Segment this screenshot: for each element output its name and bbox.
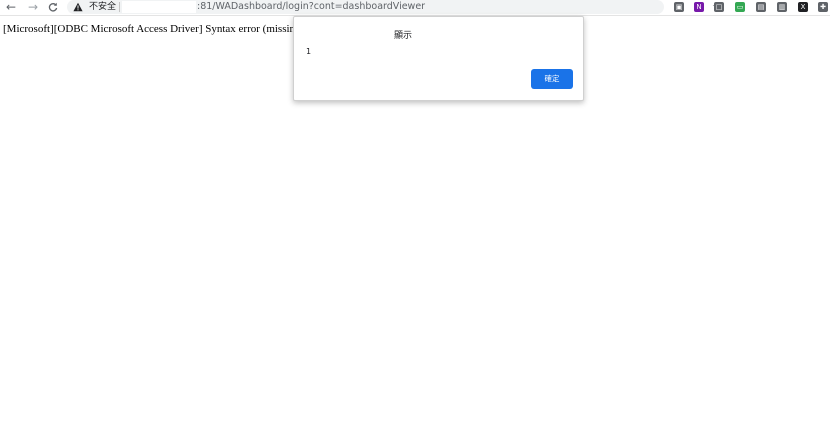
onenote-icon[interactable]: N [694,2,704,12]
extension-6-icon[interactable]: ▥ [777,2,787,12]
extension-5-icon[interactable]: ▤ [756,2,766,12]
reload-button[interactable] [45,0,61,15]
security-status-label[interactable]: 不安全 [89,0,116,14]
back-button[interactable]: ← [3,0,19,15]
extension-7-icon[interactable]: X [798,2,808,12]
reload-icon [48,2,58,12]
error-message: [Microsoft][ODBC Microsoft Access Driver… [3,23,293,35]
back-arrow-icon: ← [5,0,17,14]
url-host-redacted [122,1,196,13]
extension-3-icon[interactable]: □ [714,2,724,12]
dialog-message: 1 [306,47,312,56]
forward-button[interactable]: → [25,0,41,15]
extension-1-icon[interactable]: ▣ [674,2,684,12]
omnibox-divider [119,2,120,12]
puzzle-icon[interactable]: ✚ [818,2,828,12]
extension-4-icon[interactable]: ▭ [735,2,745,12]
forward-arrow-icon: → [27,0,39,14]
warning-triangle-icon [73,2,83,12]
alert-dialog: 顯示 1 確定 [293,16,584,101]
address-bar[interactable]: 不安全 :81/WADashboard/login?cont=dashboard… [67,0,722,14]
url-text[interactable]: :81/WADashboard/login?cont=dashboardView… [197,0,425,14]
browser-toolbar: ← → 不安全 :81/WADashboard/login?cont=dashb… [0,0,830,16]
dialog-title: 顯示 [394,31,413,41]
ok-button[interactable]: 確定 [531,69,573,89]
